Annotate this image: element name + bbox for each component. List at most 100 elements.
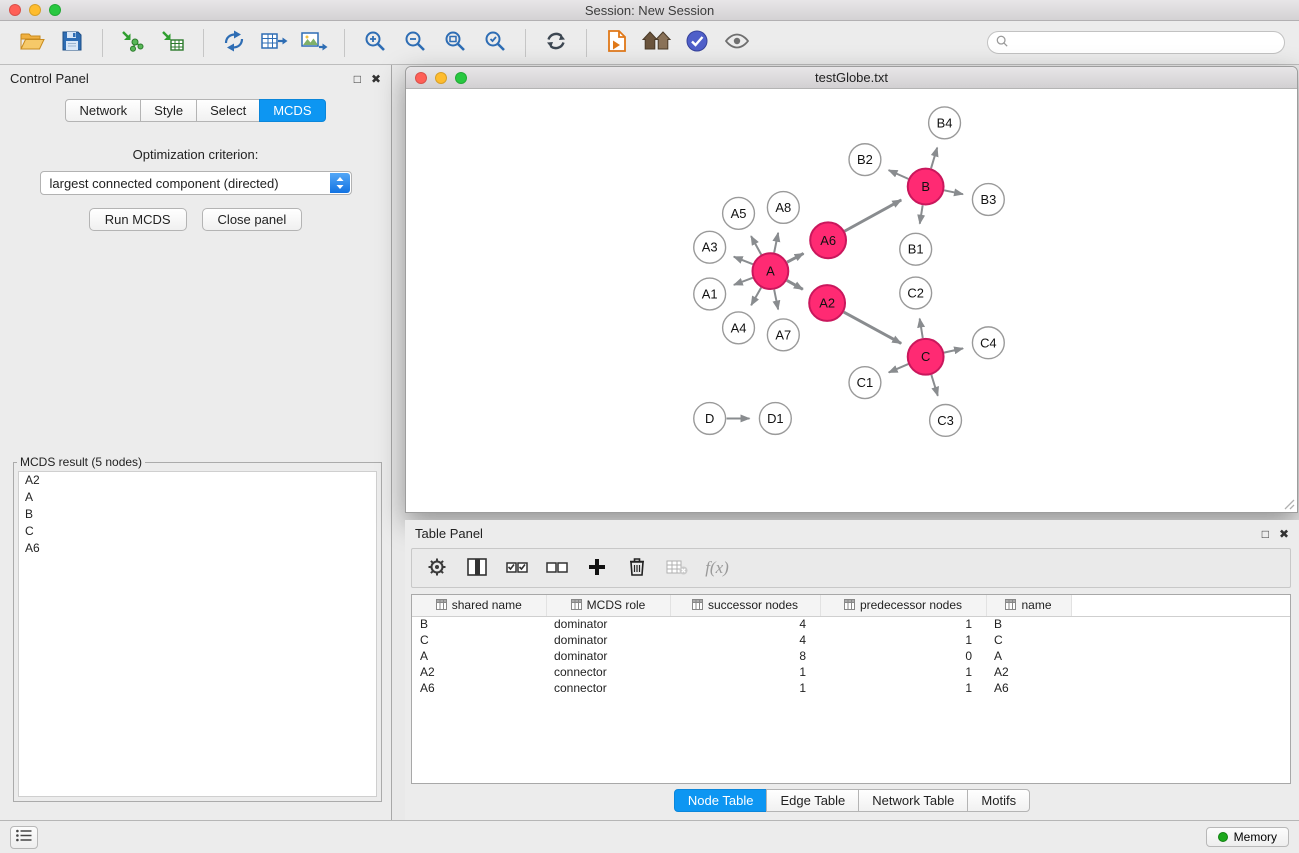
tab-mcds[interactable]: MCDS	[259, 99, 325, 122]
tab-select[interactable]: Select	[196, 99, 260, 122]
refresh-button[interactable]	[538, 27, 574, 59]
graph-node-B1[interactable]: B1	[900, 233, 932, 265]
graph-edge-A-A4[interactable]	[751, 288, 761, 306]
mcds-result-list[interactable]: A2ABCA6	[18, 471, 377, 797]
memory-button[interactable]: Memory	[1206, 827, 1289, 847]
graph-node-A5[interactable]: A5	[723, 197, 755, 229]
graph-node-B2[interactable]: B2	[849, 144, 881, 176]
open-document-button[interactable]	[599, 27, 635, 59]
graph-node-A3[interactable]: A3	[694, 231, 726, 263]
tab-node-table[interactable]: Node Table	[674, 789, 768, 812]
table-row[interactable]: A2connector11A2	[412, 664, 1290, 680]
search-input[interactable]	[1013, 36, 1276, 50]
graph-edge-A-A6[interactable]	[787, 253, 803, 262]
tab-motifs[interactable]: Motifs	[967, 789, 1030, 812]
graph-edge-B-B3[interactable]	[944, 190, 963, 194]
result-item[interactable]: A	[19, 489, 376, 506]
tab-edge-table[interactable]: Edge Table	[766, 789, 859, 812]
network-minimize-button[interactable]	[435, 72, 447, 84]
import-table-button[interactable]	[155, 27, 191, 59]
network-graph[interactable]: B4B2BB3A5A8A6A3B1AA1C2A2A4A7C4CC1DD1C3	[406, 89, 1297, 512]
network-maximize-button[interactable]	[455, 72, 467, 84]
show-hide-button[interactable]	[719, 27, 755, 59]
open-file-button[interactable]	[14, 27, 50, 59]
home-button[interactable]	[639, 27, 675, 59]
table-row[interactable]: Adominator80A	[412, 648, 1290, 664]
column-header-successor-nodes[interactable]: successor nodes	[670, 595, 820, 616]
deselect-all-button[interactable]	[542, 553, 572, 583]
float-table-panel-icon[interactable]: □	[1262, 528, 1269, 540]
graph-edge-C-C1[interactable]	[889, 364, 909, 372]
export-table-button[interactable]	[256, 27, 292, 59]
graph-node-A4[interactable]: A4	[723, 312, 755, 344]
table-row[interactable]: Bdominator41B	[412, 616, 1290, 632]
column-header-predecessor-nodes[interactable]: predecessor nodes	[820, 595, 986, 616]
add-column-button[interactable]	[462, 553, 492, 583]
task-history-button[interactable]	[10, 826, 38, 849]
column-header-shared-name[interactable]: shared name	[412, 595, 546, 616]
column-header-MCDS-role[interactable]: MCDS role	[546, 595, 670, 616]
zoom-fit-button[interactable]	[437, 27, 473, 59]
close-window-button[interactable]	[9, 4, 21, 16]
graph-node-A7[interactable]: A7	[767, 319, 799, 351]
table-row[interactable]: A6connector11A6	[412, 680, 1290, 696]
graph-edge-A6-B[interactable]	[845, 200, 902, 231]
graph-node-C1[interactable]: C1	[849, 367, 881, 399]
float-panel-icon[interactable]: □	[354, 73, 361, 85]
network-window-titlebar[interactable]: testGlobe.txt	[406, 67, 1297, 89]
graph-edge-C-C3[interactable]	[931, 375, 937, 396]
share-network-button[interactable]	[216, 27, 252, 59]
graph-edge-B-B1[interactable]	[920, 205, 923, 223]
tab-network-table[interactable]: Network Table	[858, 789, 968, 812]
zoom-in-button[interactable]	[357, 27, 393, 59]
tab-network[interactable]: Network	[65, 99, 141, 122]
graph-node-A1[interactable]: A1	[694, 278, 726, 310]
column-header-name[interactable]: name	[986, 595, 1071, 616]
select-all-button[interactable]	[502, 553, 532, 583]
graph-edge-A-A8[interactable]	[774, 233, 778, 253]
table-row[interactable]: Cdominator41C	[412, 632, 1290, 648]
add-row-button[interactable]	[582, 553, 612, 583]
graph-node-A[interactable]: A	[752, 253, 788, 289]
zoom-selected-button[interactable]	[477, 27, 513, 59]
graph-node-B[interactable]: B	[908, 169, 944, 205]
minimize-window-button[interactable]	[29, 4, 41, 16]
graph-edge-A-A7[interactable]	[774, 290, 778, 310]
graph-node-C[interactable]: C	[908, 339, 944, 375]
zoom-out-button[interactable]	[397, 27, 433, 59]
import-network-button[interactable]	[115, 27, 151, 59]
delete-row-button[interactable]	[622, 553, 652, 583]
graph-node-C3[interactable]: C3	[930, 405, 962, 437]
table-settings-button[interactable]	[422, 553, 452, 583]
apply-style-button[interactable]	[679, 27, 715, 59]
criterion-dropdown[interactable]: largest connected component (directed)	[40, 171, 352, 195]
result-item[interactable]: A2	[19, 472, 376, 489]
graph-edge-A-A1[interactable]	[734, 278, 753, 285]
node-table[interactable]: shared nameMCDS rolesuccessor nodesprede…	[411, 594, 1291, 784]
graph-node-D[interactable]: D	[694, 403, 726, 435]
result-item[interactable]: C	[19, 523, 376, 540]
graph-node-D1[interactable]: D1	[759, 403, 791, 435]
graph-node-A6[interactable]: A6	[810, 222, 846, 258]
close-table-panel-icon[interactable]: ✖	[1279, 528, 1289, 540]
graph-node-B3[interactable]: B3	[972, 184, 1004, 216]
export-image-button[interactable]	[296, 27, 332, 59]
graph-edge-C-C4[interactable]	[944, 348, 963, 352]
tab-style[interactable]: Style	[140, 99, 197, 122]
graph-edge-A2-C[interactable]	[844, 312, 901, 343]
close-panel-button[interactable]: Close panel	[202, 208, 303, 231]
maximize-window-button[interactable]	[49, 4, 61, 16]
network-close-button[interactable]	[415, 72, 427, 84]
result-item[interactable]: B	[19, 506, 376, 523]
graph-node-B4[interactable]: B4	[929, 107, 961, 139]
graph-edge-B-B2[interactable]	[889, 170, 909, 179]
search-box[interactable]	[987, 31, 1285, 54]
graph-node-A8[interactable]: A8	[767, 192, 799, 224]
graph-node-C4[interactable]: C4	[972, 327, 1004, 359]
graph-edge-A-A3[interactable]	[734, 257, 753, 264]
resize-handle-icon[interactable]	[1284, 499, 1295, 510]
result-item[interactable]: A6	[19, 540, 376, 557]
graph-edge-B-B4[interactable]	[931, 148, 937, 169]
graph-edge-A-A5[interactable]	[751, 236, 761, 255]
graph-node-A2[interactable]: A2	[809, 285, 845, 321]
